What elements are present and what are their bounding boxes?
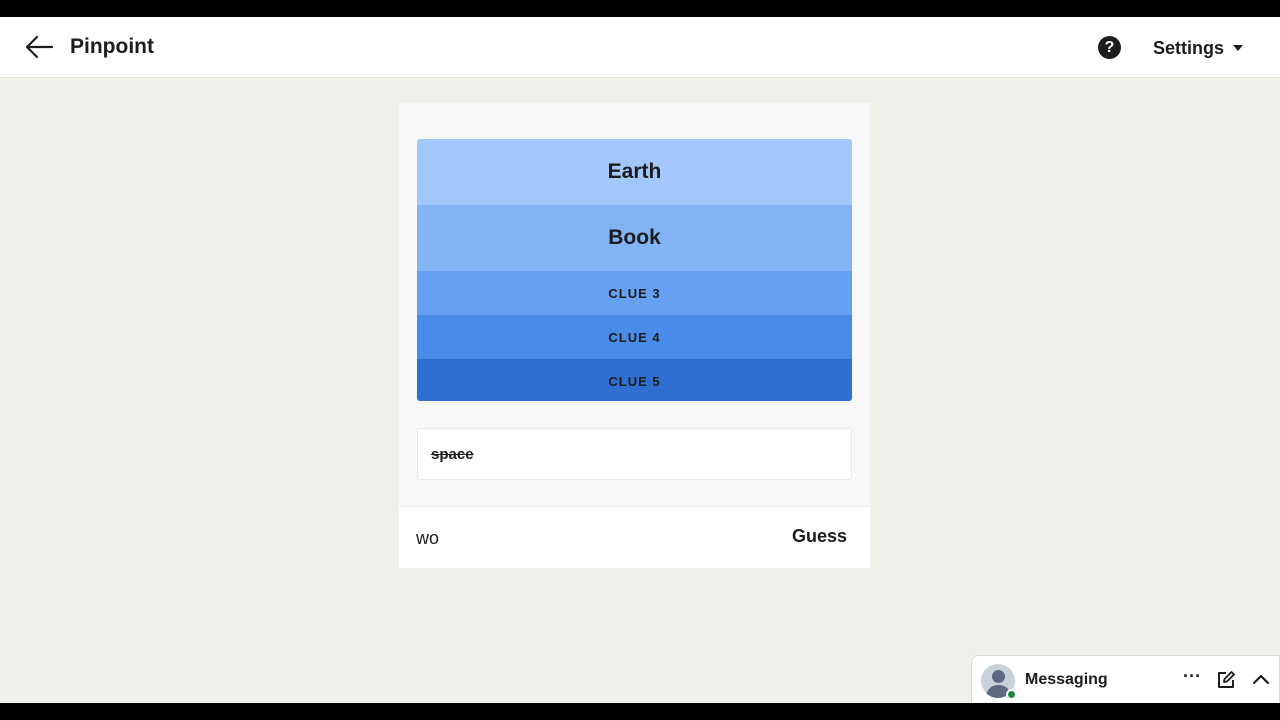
settings-dropdown[interactable]: Settings <box>1153 36 1244 60</box>
question-circle-icon[interactable]: ? <box>1098 36 1121 59</box>
app-frame: Pinpoint ? Settings Earth Book CLUE 3 CL… <box>0 17 1280 703</box>
clue-4: CLUE 4 <box>417 315 852 359</box>
wrong-guess-list: space <box>417 428 852 480</box>
clue-stack: Earth Book CLUE 3 CLUE 4 CLUE 5 <box>417 139 852 401</box>
guess-row: Guess <box>399 506 870 568</box>
clue-3: CLUE 3 <box>417 271 852 315</box>
online-status-dot <box>1006 689 1017 700</box>
game-card: Earth Book CLUE 3 CLUE 4 CLUE 5 space Gu… <box>399 103 870 568</box>
top-bar: Pinpoint ? Settings <box>0 17 1280 78</box>
caret-down-icon <box>1233 45 1244 51</box>
wrong-guess: space <box>431 446 474 463</box>
ellipsis-icon[interactable]: ··· <box>1182 666 1202 690</box>
page-title: Pinpoint <box>70 35 154 58</box>
avatar-head <box>992 670 1005 683</box>
clue-1: Earth <box>417 139 852 205</box>
settings-label: Settings <box>1153 38 1225 58</box>
arrow-left-icon[interactable] <box>24 34 54 60</box>
compose-icon[interactable] <box>1217 671 1235 689</box>
chevron-up-icon[interactable] <box>1252 672 1270 686</box>
clue-5: CLUE 5 <box>417 359 852 401</box>
clue-2: Book <box>417 205 852 271</box>
messaging-label[interactable]: Messaging <box>1025 671 1108 689</box>
guess-button[interactable]: Guess <box>792 526 847 547</box>
guess-input[interactable] <box>416 525 776 551</box>
messaging-bar[interactable]: Messaging ··· <box>971 655 1280 703</box>
